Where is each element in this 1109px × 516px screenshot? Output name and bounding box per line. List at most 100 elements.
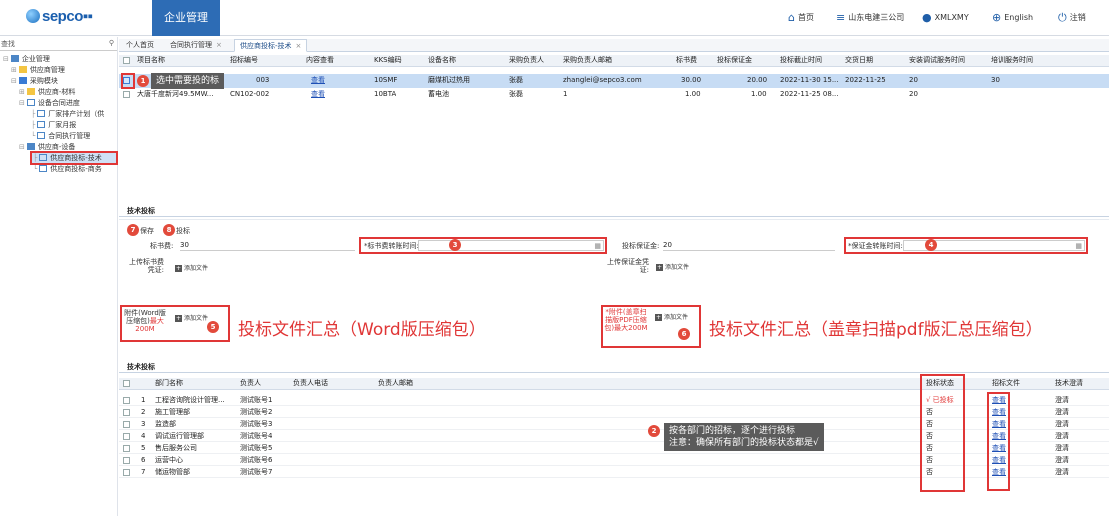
sidebar-item-contract[interactable]: └ 合同执行管理 bbox=[31, 131, 90, 141]
tooltip-line-2: 注意：确保所有部门的投标状态都是√ bbox=[669, 438, 819, 448]
clarify-link[interactable]: 澄清 bbox=[1055, 407, 1069, 418]
sidebar-item-schedule[interactable]: ├ 厂家排产计划（供 bbox=[31, 109, 104, 119]
row-checkbox[interactable] bbox=[123, 457, 130, 464]
sidebar-item-business-bid[interactable]: └ 供应商投标-商务 bbox=[33, 164, 102, 174]
clarify-link[interactable]: 澄清 bbox=[1055, 467, 1069, 478]
add-file-label: 添加文件 bbox=[664, 314, 689, 321]
company-link[interactable]: ≡ 山东电建三公司 bbox=[836, 11, 904, 24]
sidebar-item-progress[interactable]: ⊟ 设备合同进度 bbox=[19, 98, 80, 108]
sidebar-item-label: 供应商-材料 bbox=[37, 88, 76, 96]
calendar-icon[interactable]: ▦ bbox=[594, 241, 601, 252]
cell-dept: 工程咨询院设计管理... bbox=[155, 396, 225, 404]
tab-label: 供应商投标-技术 bbox=[240, 42, 292, 50]
select-all-checkbox[interactable] bbox=[123, 380, 130, 387]
cell-dept: 调试运行管理部 bbox=[155, 432, 204, 440]
submit-bid-button[interactable]: 投标 bbox=[176, 226, 190, 236]
save-button[interactable]: 保存 bbox=[140, 226, 154, 236]
sidebar-item-enterprise[interactable]: ⊟ 企业管理 bbox=[3, 54, 50, 64]
row-checkbox[interactable] bbox=[123, 397, 130, 404]
row-number: 1 bbox=[141, 396, 146, 404]
cell-train: 30 bbox=[991, 76, 1000, 84]
logo: sepco▪▪ bbox=[26, 8, 93, 25]
cell-code: CN102-002 bbox=[230, 90, 270, 98]
step-badge-2: 2 bbox=[648, 425, 660, 437]
row-checkbox[interactable] bbox=[123, 469, 130, 476]
close-icon[interactable]: × bbox=[296, 42, 302, 50]
row-checkbox[interactable] bbox=[123, 91, 130, 98]
sidebar-item-label: 厂家月报 bbox=[48, 121, 77, 129]
col-phone: 负责人电话 bbox=[293, 379, 328, 387]
top-bar: sepco▪▪ 企业管理 ⌂ 首页 ≡ 山东电建三公司 ● XMLXMY ⊕ Engli… bbox=[0, 0, 1109, 36]
user-icon: ● bbox=[922, 11, 932, 24]
sidebar-highlight-box bbox=[30, 151, 118, 165]
tooltip-line-1: 按各部门的招标，逐个进行投标 bbox=[669, 426, 796, 436]
add-deposit-file-button[interactable]: + 添加文件 bbox=[656, 262, 689, 271]
cell-email: 1 bbox=[563, 90, 568, 98]
database-icon: ≡ bbox=[836, 11, 846, 24]
module-tab[interactable]: 企业管理 bbox=[152, 0, 220, 36]
row-checkbox[interactable] bbox=[123, 445, 130, 452]
cell-dept: 运营中心 bbox=[155, 456, 183, 464]
search-icon[interactable]: ⚲ bbox=[109, 39, 114, 47]
row-checkbox[interactable] bbox=[123, 433, 130, 440]
cell-owner: 测试账号3 bbox=[240, 420, 273, 428]
sidebar-item-material[interactable]: ⊞ 供应商-材料 bbox=[19, 87, 75, 97]
clarify-link[interactable]: 澄清 bbox=[1055, 443, 1069, 454]
clarify-link[interactable]: 澄清 bbox=[1055, 431, 1069, 442]
logout-link[interactable]: ⏻ 注销 bbox=[1058, 11, 1086, 25]
sidebar-item-supplier[interactable]: ⊞ 供应商管理 bbox=[11, 65, 65, 75]
row-checkbox[interactable] bbox=[123, 421, 130, 428]
close-icon[interactable]: × bbox=[216, 41, 222, 49]
row-number: 6 bbox=[141, 456, 146, 464]
view-link[interactable]: 查看 bbox=[311, 75, 325, 86]
row-checkbox[interactable] bbox=[123, 409, 130, 416]
col-dept: 部门名称 bbox=[155, 379, 183, 387]
row-number: 7 bbox=[141, 468, 146, 476]
tab-contract[interactable]: 合同执行管理 × bbox=[165, 39, 227, 52]
sidebar-item-purchase[interactable]: ⊟ 采购模块 bbox=[11, 76, 58, 86]
tab-tech-bid[interactable]: 供应商投标-技术 × bbox=[234, 39, 308, 52]
clarify-link[interactable]: 澄清 bbox=[1055, 419, 1069, 430]
globe-icon: ⊕ bbox=[992, 11, 1002, 24]
clarify-link[interactable]: 澄清 bbox=[1055, 455, 1069, 466]
step-badge-1: 1 bbox=[137, 75, 149, 87]
cell-owner: 测试账号1 bbox=[240, 396, 273, 404]
cell-install: 20 bbox=[909, 90, 918, 98]
deposit-field[interactable]: 20 bbox=[663, 240, 835, 251]
home-icon: ⌂ bbox=[788, 11, 795, 24]
sidebar-item-monthly[interactable]: ├ 厂家月报 bbox=[31, 120, 76, 130]
col-deadline: 投标截止时间 bbox=[780, 56, 822, 64]
calendar-icon[interactable]: ▦ bbox=[1075, 241, 1082, 252]
cell-email: zhanglei@sepco3.com bbox=[563, 76, 642, 84]
col-fee: 标书费 bbox=[676, 56, 697, 64]
fee-time-input[interactable]: ▦ bbox=[418, 240, 604, 251]
language-link[interactable]: ⊕ English bbox=[992, 11, 1033, 24]
step-badge-5: 5 bbox=[207, 321, 219, 333]
home-label: 首页 bbox=[797, 13, 814, 22]
add-word-file-button[interactable]: + 添加文件 bbox=[175, 313, 208, 322]
checkbox-highlight-box bbox=[121, 73, 135, 89]
view-link[interactable]: 查看 bbox=[311, 89, 325, 100]
step-badge-7: 7 bbox=[127, 224, 139, 236]
fee-field[interactable]: 30 bbox=[180, 240, 355, 251]
cell-device: 磨煤机过热用 bbox=[428, 76, 470, 84]
tab-home[interactable]: 个人首页 bbox=[121, 39, 159, 52]
company-label: 山东电建三公司 bbox=[848, 13, 905, 22]
clarify-link[interactable]: 澄清 bbox=[1055, 395, 1069, 406]
cell-deposit: 20.00 bbox=[747, 76, 768, 84]
add-fee-file-button[interactable]: + 添加文件 bbox=[175, 263, 208, 272]
tab-label: 个人首页 bbox=[126, 41, 154, 49]
cell-fee: 30.00 bbox=[681, 76, 702, 84]
user-link[interactable]: ● XMLXMY bbox=[922, 11, 969, 24]
step-badge-8: 8 bbox=[163, 224, 175, 236]
home-link[interactable]: ⌂ 首页 bbox=[788, 11, 814, 24]
select-all-checkbox[interactable] bbox=[123, 57, 130, 64]
cell-kks: 10BTA bbox=[374, 90, 397, 98]
add-pdf-file-button[interactable]: + 添加文件 bbox=[655, 312, 688, 321]
section-title-2: 技术投标 bbox=[119, 361, 1109, 373]
cell-fee: 1.00 bbox=[685, 90, 701, 98]
col-delivery: 交货日期 bbox=[845, 56, 873, 64]
search-placeholder: 查找 bbox=[1, 40, 15, 48]
cell-dept: 储运物管部 bbox=[155, 468, 190, 476]
search-input[interactable]: 查找 ⚲ bbox=[0, 39, 117, 51]
